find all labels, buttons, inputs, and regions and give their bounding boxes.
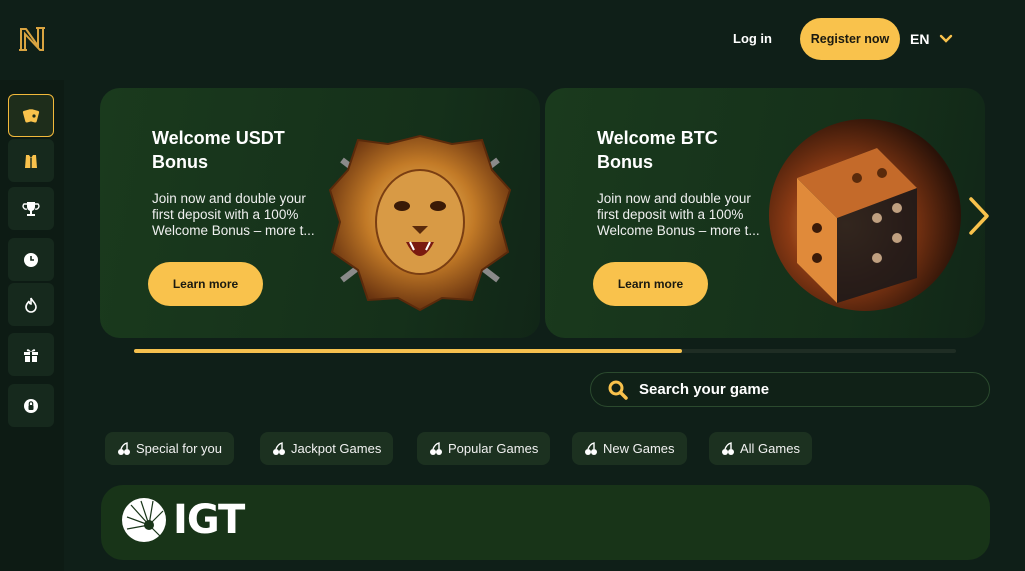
trophy-icon (22, 201, 40, 216)
cherries-icon (118, 441, 130, 455)
category-all-games[interactable]: All Games (709, 432, 812, 465)
igt-logo: IGT (121, 497, 245, 543)
category-label: Popular Games (448, 441, 539, 456)
cherries-icon (430, 441, 442, 455)
category-label: Jackpot Games (291, 441, 382, 456)
golden-lion-emblem-image (328, 134, 512, 312)
category-label: All Games (740, 441, 800, 456)
promo-description: Join now and double your first deposit w… (152, 191, 315, 238)
register-button[interactable]: Register now (800, 18, 900, 60)
sidebar-item-tournaments[interactable] (8, 187, 54, 230)
carousel-next-icon[interactable] (963, 195, 993, 237)
category-new-games[interactable]: New Games (572, 432, 687, 465)
promo-title: Welcome USDT Bonus (152, 128, 285, 172)
provider-name: IGT (173, 497, 245, 543)
sidebar-item-vip[interactable] (8, 384, 54, 427)
sidebar (0, 80, 64, 571)
sidebar-item-recent[interactable] (8, 238, 54, 281)
provider-card-igt[interactable]: IGT (101, 485, 990, 560)
category-special-for-you[interactable]: Special for you (105, 432, 234, 465)
sidebar-item-promotions[interactable] (8, 333, 54, 376)
promo-card-btc[interactable]: Welcome BTC Bonus Join now and double yo… (545, 88, 985, 338)
top-bar: Log in Register now EN (0, 0, 1025, 80)
search-input[interactable] (639, 381, 959, 398)
learn-more-button[interactable]: Learn more (148, 262, 263, 306)
chevron-down-icon (940, 34, 953, 43)
promo-title: Welcome BTC Bonus (597, 128, 718, 172)
category-popular-games[interactable]: Popular Games (417, 432, 551, 465)
golden-dice-image (769, 119, 961, 311)
category-label: Special for you (136, 441, 222, 456)
gift-icon (24, 348, 38, 362)
carousel-progress-fill (134, 349, 683, 353)
login-link[interactable]: Log in (733, 31, 772, 46)
search-icon (608, 380, 628, 400)
carousel-progress (134, 349, 956, 353)
flame-icon (25, 297, 37, 313)
promo-card-usdt[interactable]: Welcome USDT Bonus Join now and double y… (100, 88, 540, 338)
sidebar-item-live[interactable] (8, 139, 54, 182)
brand-logo-icon[interactable] (18, 26, 46, 52)
lock-badge-icon (24, 398, 38, 413)
cards-icon (22, 108, 40, 122)
vest-icon (25, 154, 37, 168)
learn-more-button[interactable]: Learn more (593, 262, 708, 306)
cherries-icon (722, 441, 734, 455)
cherries-icon (585, 441, 597, 455)
igt-starburst-icon (122, 498, 166, 542)
sidebar-item-casino[interactable] (8, 94, 54, 137)
language-selector[interactable]: EN (910, 31, 953, 47)
category-label: New Games (603, 441, 675, 456)
promo-description: Join now and double your first deposit w… (597, 191, 760, 238)
cherries-icon (273, 441, 285, 455)
sidebar-item-hot[interactable] (8, 283, 54, 326)
clock-icon (24, 252, 38, 267)
language-label: EN (910, 31, 930, 47)
game-search[interactable] (590, 372, 990, 407)
category-jackpot-games[interactable]: Jackpot Games (260, 432, 394, 465)
